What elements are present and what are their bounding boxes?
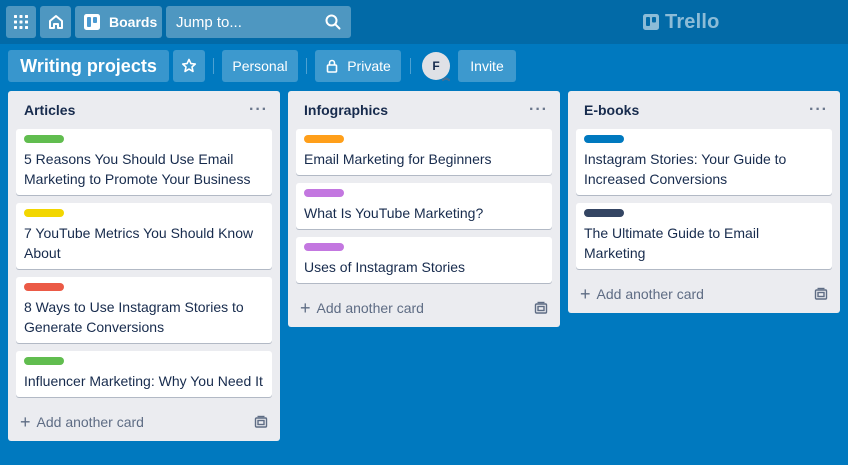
list-card[interactable]: 8 Ways to Use Instagram Stories to Gener… <box>16 277 272 343</box>
card-label[interactable] <box>24 283 64 291</box>
boards-icon <box>84 14 100 30</box>
list-card[interactable]: Influencer Marketing: Why You Need It <box>16 351 272 397</box>
divider <box>213 58 214 74</box>
team-button[interactable]: Personal <box>222 50 298 82</box>
trello-logo[interactable]: Trello <box>643 10 720 34</box>
avatar-initial: F <box>432 59 440 73</box>
card-label[interactable] <box>24 357 64 365</box>
list-title[interactable]: E-books <box>584 102 639 118</box>
top-navigation-bar: Boards Jump to... Trello <box>0 0 848 44</box>
list-header: Articles ··· <box>8 91 280 129</box>
card-title: Instagram Stories: Your Guide to Increas… <box>584 151 787 187</box>
home-button[interactable] <box>40 6 71 38</box>
star-board-button[interactable] <box>173 50 205 82</box>
card-label[interactable] <box>304 135 344 143</box>
card-title: 8 Ways to Use Instagram Stories to Gener… <box>24 299 244 335</box>
search-icon <box>325 14 341 30</box>
jump-to-search[interactable]: Jump to... <box>166 6 351 38</box>
visibility-label: Private <box>347 58 391 74</box>
home-icon <box>48 15 63 29</box>
plus-icon: + <box>300 298 311 318</box>
card-title: Uses of Instagram Stories <box>304 259 466 275</box>
card-title: The Ultimate Guide to Email Marketing <box>584 225 760 261</box>
invite-button[interactable]: Invite <box>458 50 516 82</box>
list-header: E-books ··· <box>568 91 840 129</box>
divider <box>410 58 411 74</box>
card-title: 7 YouTube Metrics You Should Know About <box>24 225 254 261</box>
list-infographics: Infographics ··· Email Marketing for Beg… <box>288 91 560 327</box>
card-title: 5 Reasons You Should Use Email Marketing… <box>24 151 251 187</box>
card-label[interactable] <box>584 209 624 217</box>
list-card[interactable]: 5 Reasons You Should Use Email Marketing… <box>16 129 272 195</box>
list-menu-icon[interactable]: ··· <box>529 101 548 119</box>
grid-icon <box>14 15 28 29</box>
card-title: Email Marketing for Beginners <box>304 151 492 167</box>
template-icon[interactable] <box>254 415 268 429</box>
plus-icon: + <box>20 412 31 432</box>
boards-label: Boards <box>109 14 158 30</box>
card-label[interactable] <box>584 135 624 143</box>
card-title: Influencer Marketing: Why You Need It <box>24 373 263 389</box>
list-menu-icon[interactable]: ··· <box>249 101 268 119</box>
list-header: Infographics ··· <box>288 91 560 129</box>
add-card-label: Add another card <box>596 286 704 302</box>
list-card[interactable]: Uses of Instagram Stories <box>296 237 552 283</box>
add-card-label: Add another card <box>36 414 144 430</box>
lock-icon <box>326 59 338 73</box>
add-card-button[interactable]: + Add another card <box>300 299 424 317</box>
list-card[interactable]: The Ultimate Guide to Email Marketing <box>576 203 832 269</box>
list-e-books: E-books ··· Instagram Stories: Your Guid… <box>568 91 840 313</box>
boards-button[interactable]: Boards <box>75 6 162 38</box>
list-card[interactable]: Instagram Stories: Your Guide to Increas… <box>576 129 832 195</box>
template-icon[interactable] <box>534 301 548 315</box>
card-label[interactable] <box>24 135 64 143</box>
list-title[interactable]: Articles <box>24 102 75 118</box>
visibility-button[interactable]: Private <box>315 50 401 82</box>
card-label[interactable] <box>304 243 344 251</box>
list-footer: + Add another card <box>288 289 560 327</box>
search-placeholder: Jump to... <box>176 13 242 31</box>
plus-icon: + <box>580 284 591 304</box>
member-avatar[interactable]: F ︽ <box>422 52 450 82</box>
card-label[interactable] <box>304 189 344 197</box>
list-card[interactable]: Email Marketing for Beginners <box>296 129 552 175</box>
list-card[interactable]: What Is YouTube Marketing? <box>296 183 552 229</box>
apps-grid-button[interactable] <box>6 6 36 38</box>
card-title: What Is YouTube Marketing? <box>304 205 484 221</box>
list-card[interactable]: 7 YouTube Metrics You Should Know About <box>16 203 272 269</box>
card-label[interactable] <box>24 209 64 217</box>
board-title[interactable]: Writing projects <box>8 50 169 82</box>
add-card-label: Add another card <box>316 300 424 316</box>
list-title[interactable]: Infographics <box>304 102 388 118</box>
list-footer: + Add another card <box>8 403 280 441</box>
divider <box>306 58 307 74</box>
admin-chevron-icon: ︽ <box>442 73 450 82</box>
add-card-button[interactable]: + Add another card <box>20 413 144 431</box>
star-icon <box>181 58 197 73</box>
trello-logo-icon <box>643 14 659 30</box>
add-card-button[interactable]: + Add another card <box>580 285 704 303</box>
list-articles: Articles ··· 5 Reasons You Should Use Em… <box>8 91 280 441</box>
list-menu-icon[interactable]: ··· <box>809 101 828 119</box>
list-footer: + Add another card <box>568 275 840 313</box>
template-icon[interactable] <box>814 287 828 301</box>
trello-logo-text: Trello <box>665 10 720 33</box>
